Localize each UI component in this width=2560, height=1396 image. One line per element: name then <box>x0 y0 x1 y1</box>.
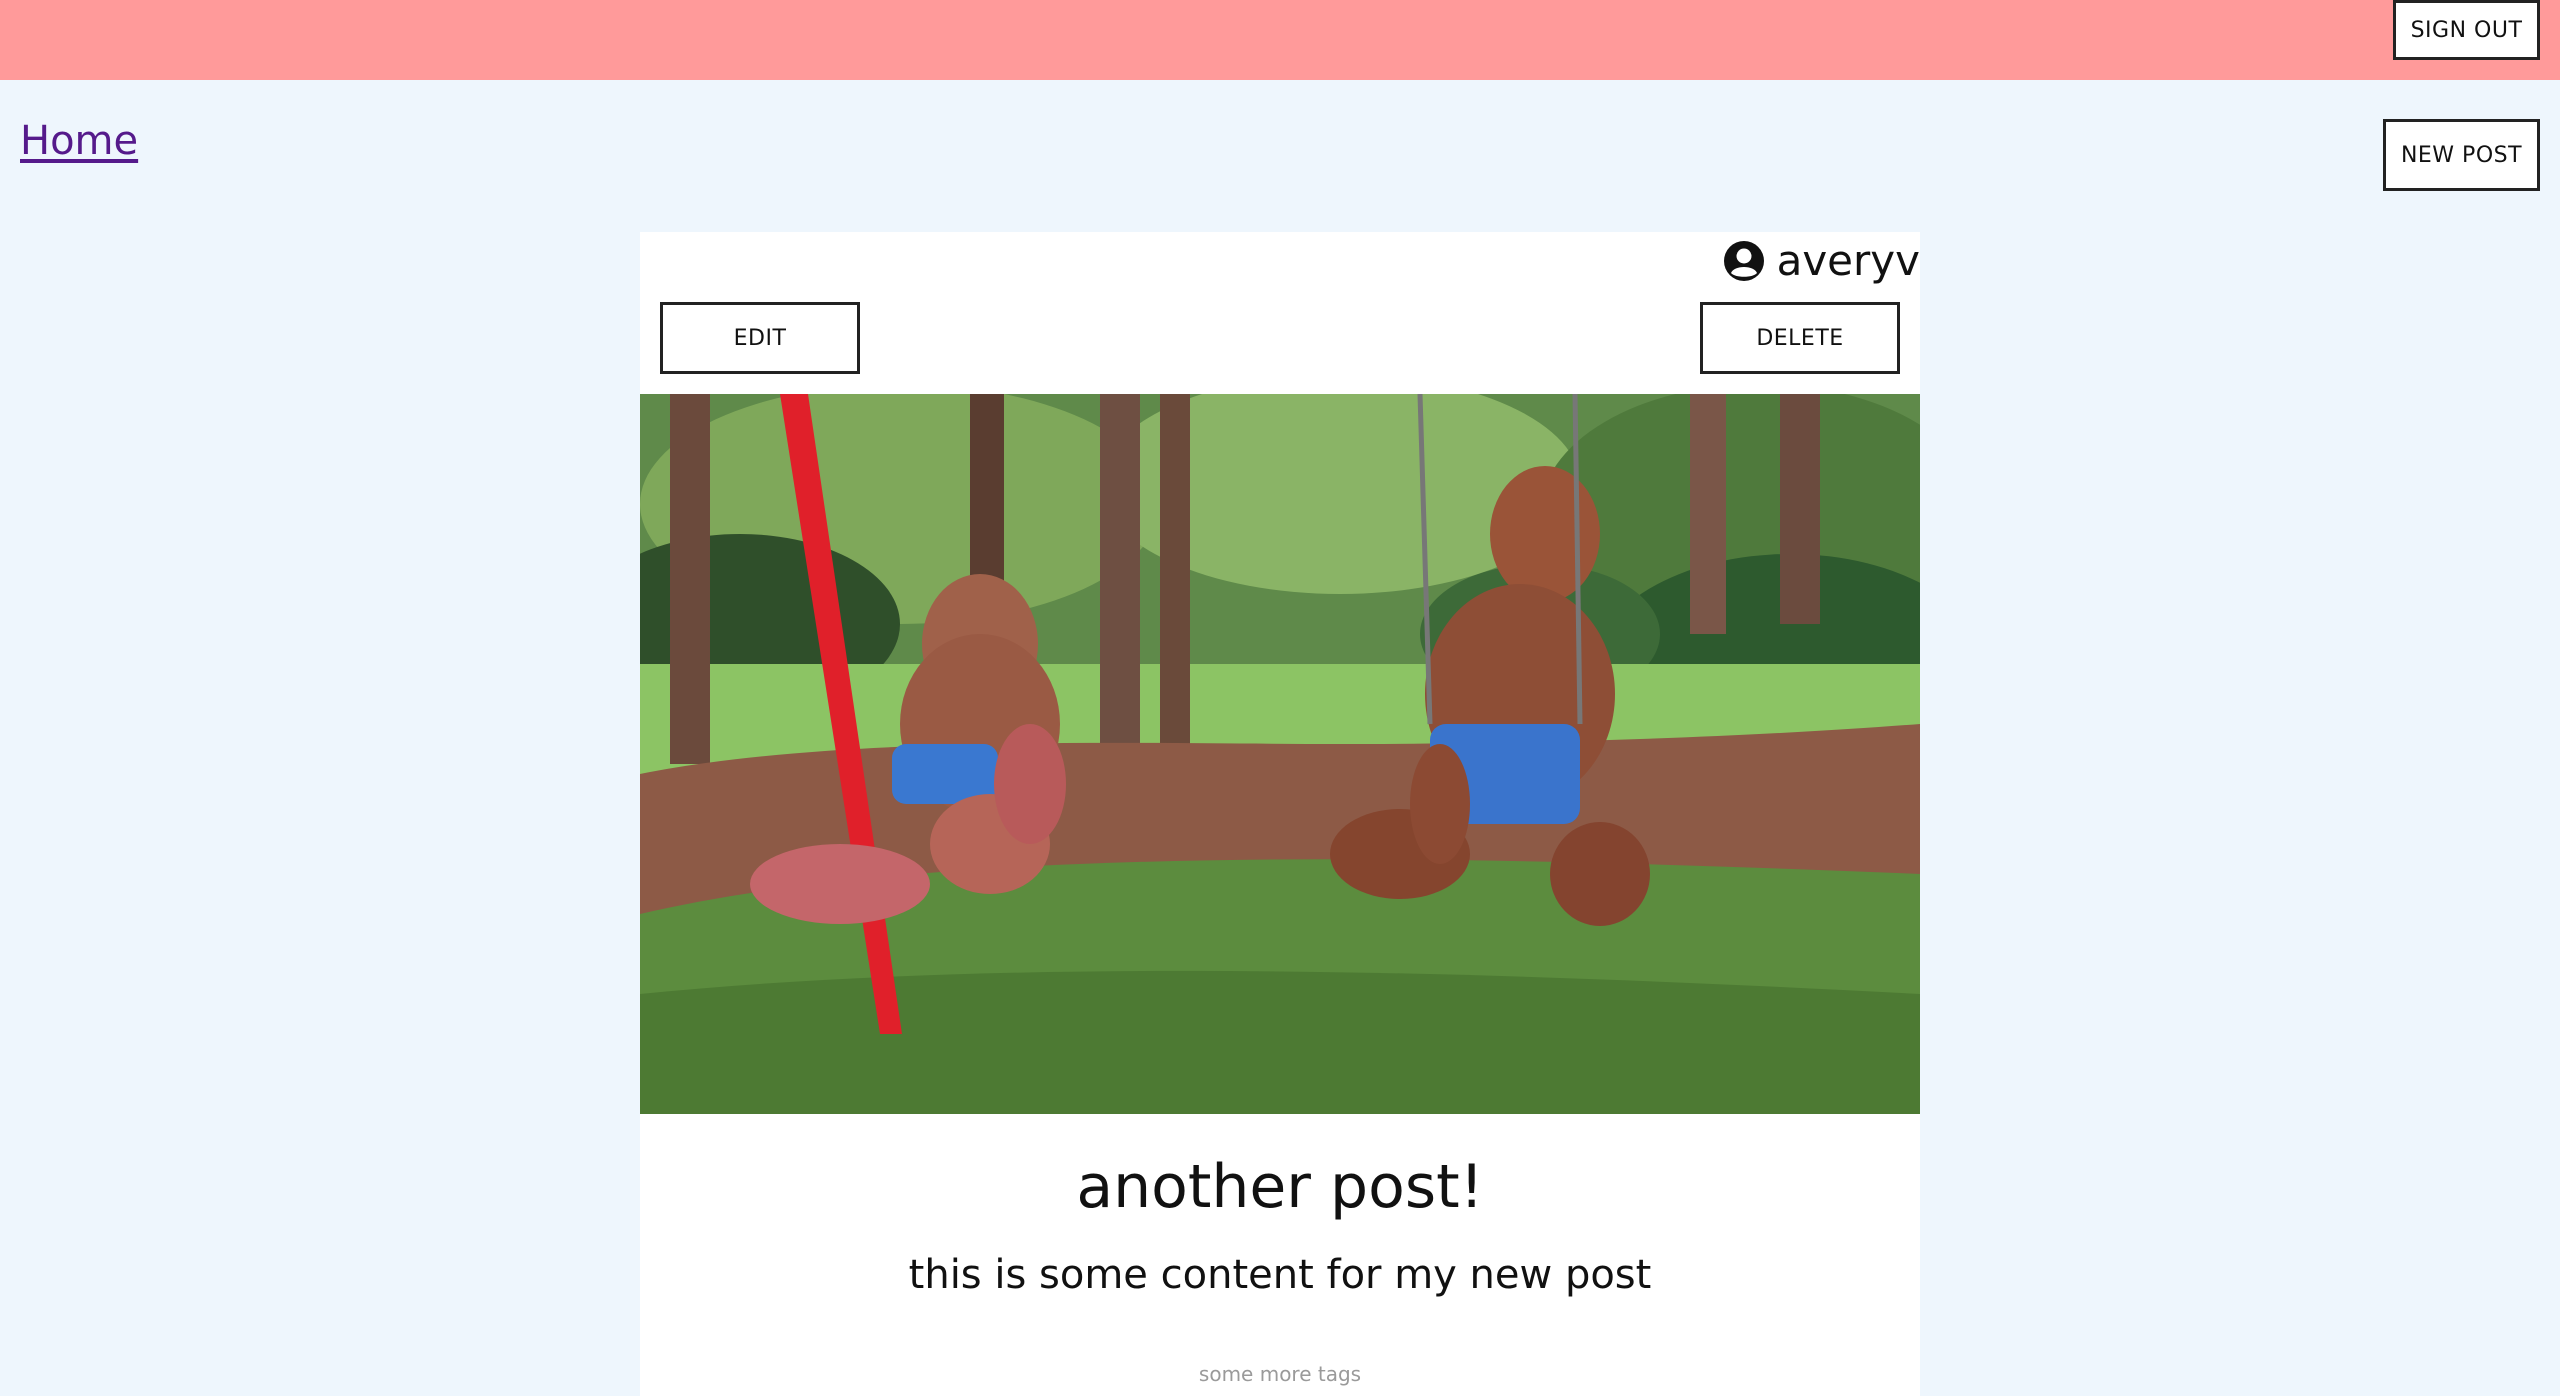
delete-button[interactable]: DELETE <box>1700 302 1900 374</box>
user-circle-icon <box>1723 240 1764 281</box>
edit-button[interactable]: EDIT <box>660 302 860 374</box>
home-link[interactable]: Home <box>20 118 138 164</box>
post-tags: some more tags <box>1198 1362 1362 1386</box>
sign-out-button[interactable]: SIGN OUT <box>2393 0 2540 60</box>
post-card: averyv EDIT DELETE another post! this is… <box>640 232 1920 1396</box>
top-bar: SIGN OUT <box>0 0 2560 80</box>
post-title: another post! <box>1076 1152 1484 1222</box>
post-image <box>640 394 1920 1114</box>
post-author[interactable]: averyv <box>1723 236 1920 285</box>
author-name: averyv <box>1776 236 1920 285</box>
post-content: this is some content for my new post <box>908 1252 1652 1298</box>
new-post-button[interactable]: NEW POST <box>2383 119 2540 191</box>
